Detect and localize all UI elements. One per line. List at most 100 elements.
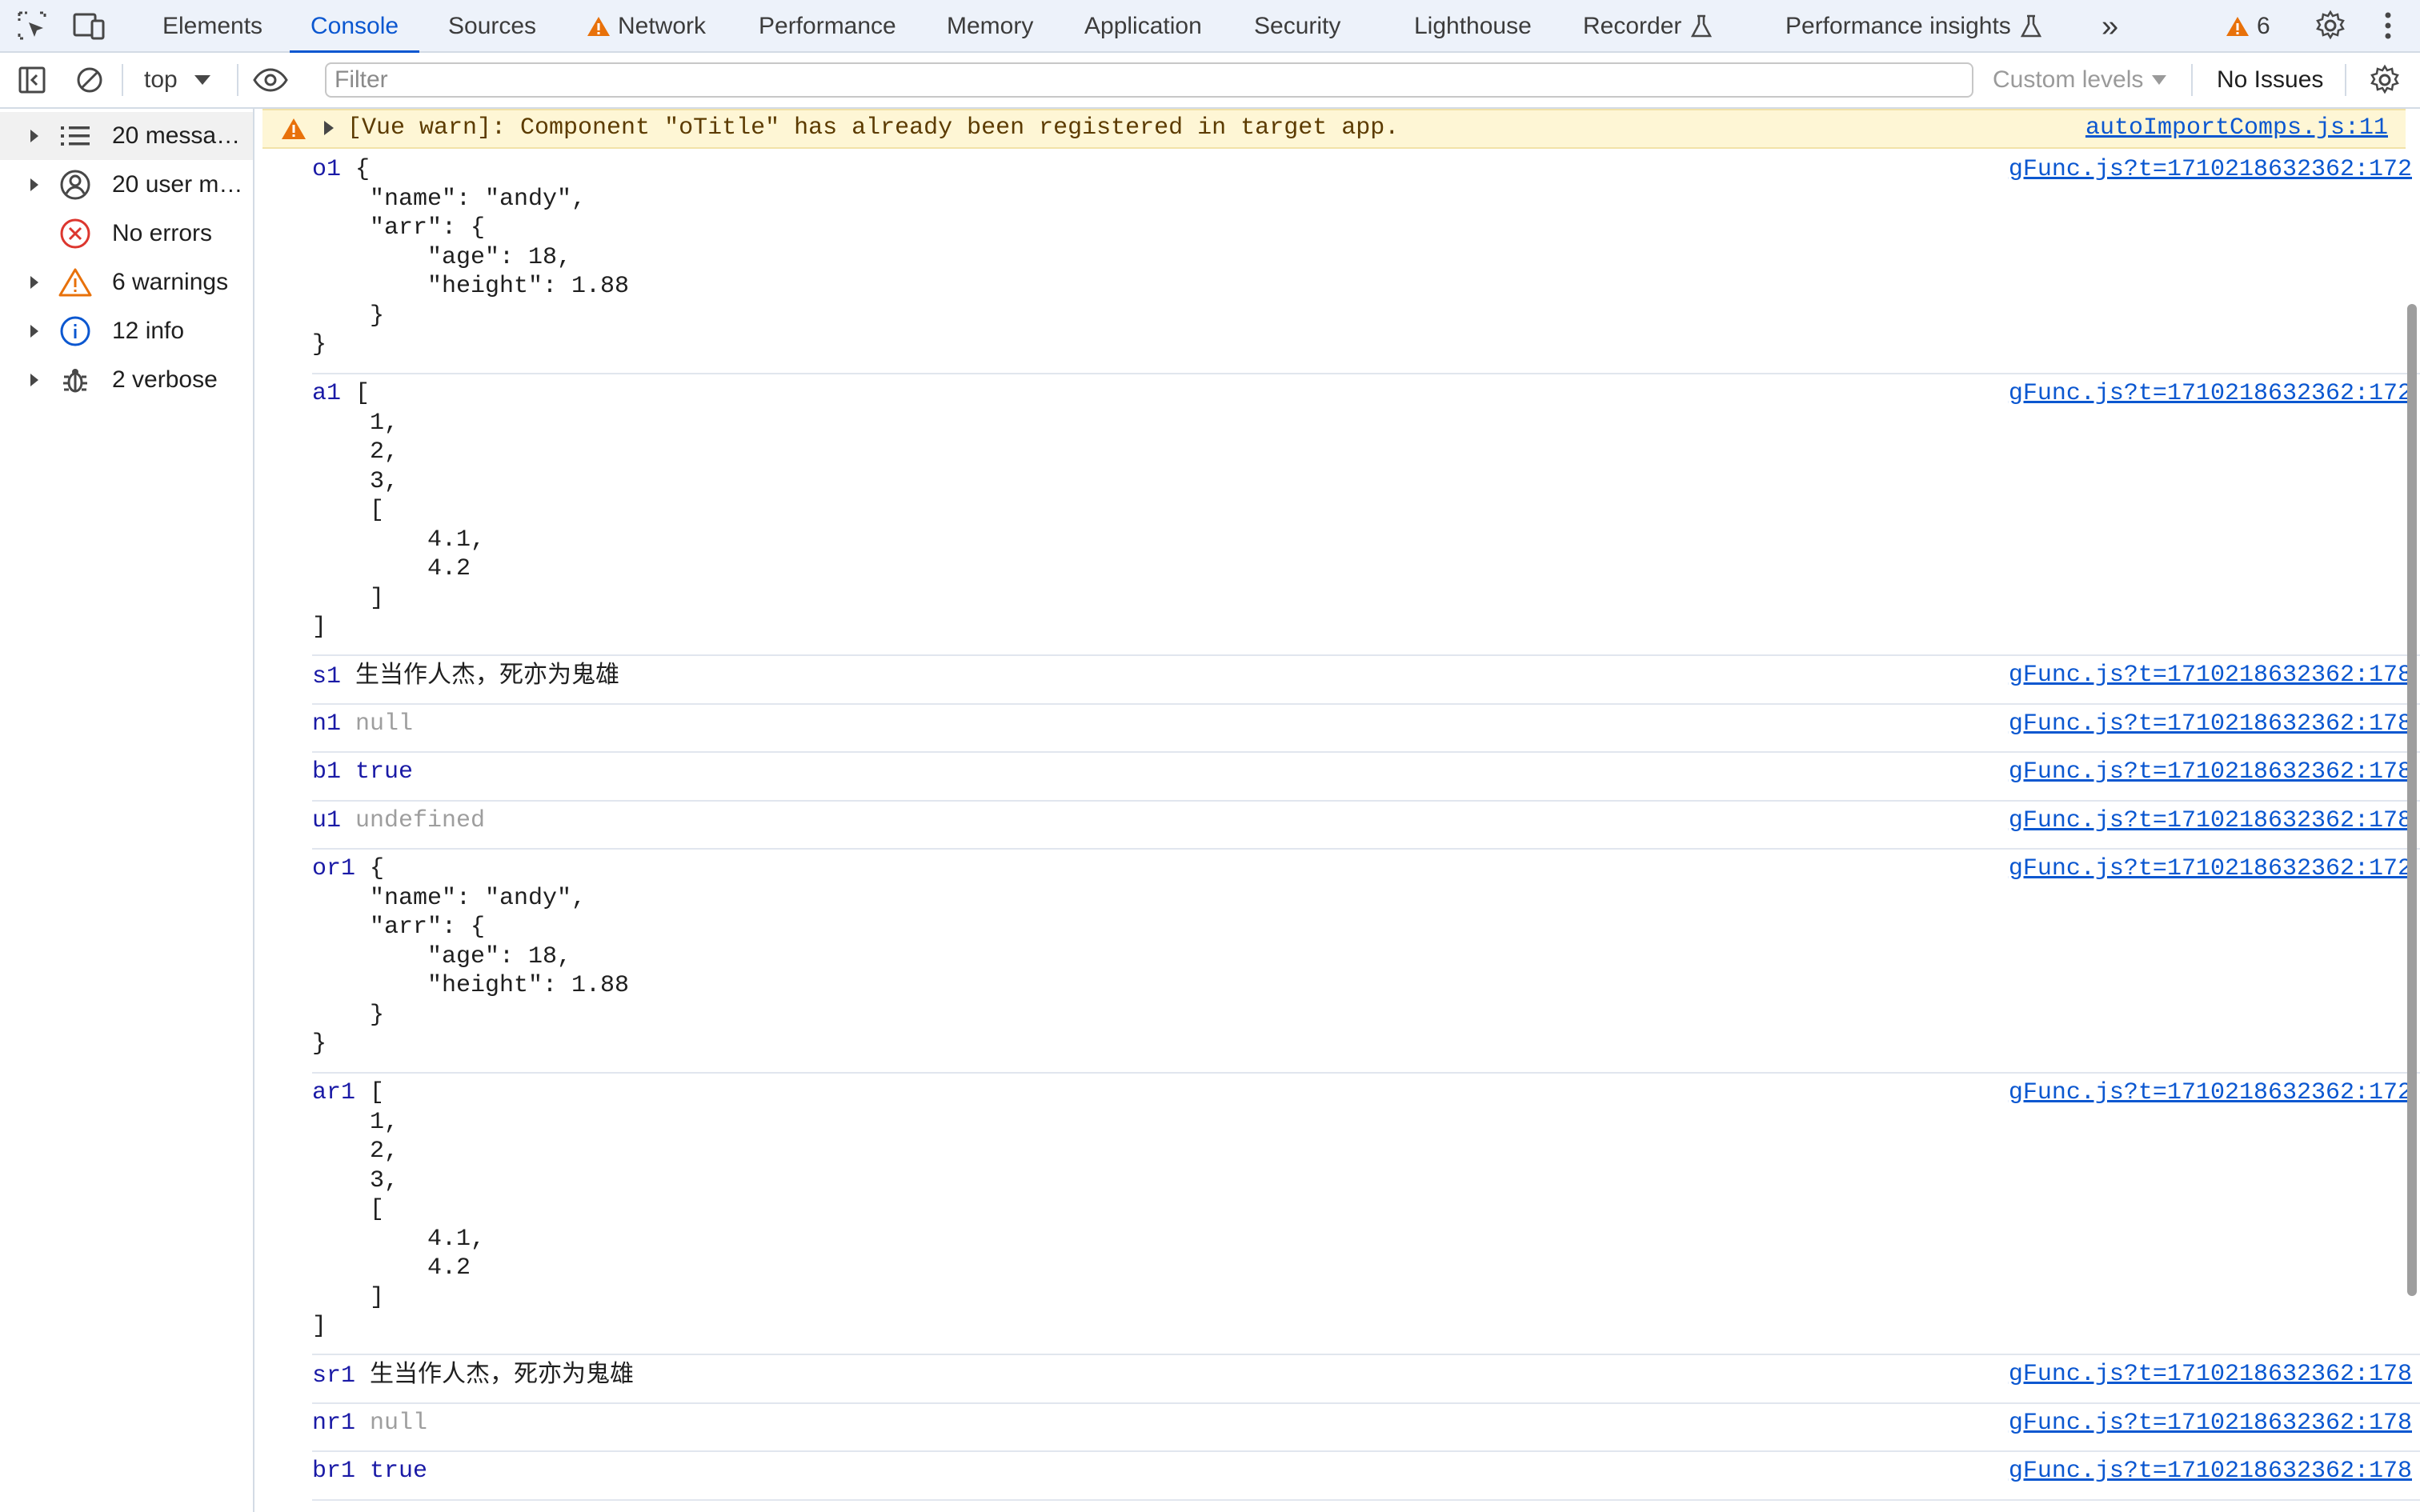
warning-icon: [282, 118, 306, 139]
console-sidebar: 20 messages 20 user messages No errors: [0, 109, 254, 1512]
filter-input[interactable]: Filter: [325, 62, 1973, 98]
console-log-message: o1 { "name": "andy", "arr": { "age": 18,…: [312, 150, 2420, 374]
log-source-link[interactable]: gFunc.js?t=1710218632362:178: [2009, 1360, 2412, 1390]
log-value: true: [370, 1458, 428, 1485]
expand-caret-icon: [29, 161, 40, 209]
log-source-link[interactable]: gFunc.js?t=1710218632362:178: [2009, 661, 2412, 690]
log-source-link[interactable]: gFunc.js?t=1710218632362:178: [2009, 710, 2412, 739]
console-output: [Vue warn]: Component "oTitle" has alrea…: [256, 109, 2420, 1512]
console-log-message: br1 true gFunc.js?t=1710218632362:178: [312, 1452, 2420, 1501]
sidebar-item-label: 20 messages: [112, 122, 250, 149]
log-levels-dropdown[interactable]: Custom levels: [1993, 53, 2167, 107]
live-expression-eye-icon[interactable]: [253, 64, 288, 96]
tab-application[interactable]: Application: [1084, 0, 1202, 53]
sidebar-item-label: No errors: [112, 220, 213, 246]
log-variable-name: s1: [312, 663, 342, 690]
log-source-link[interactable]: gFunc.js?t=1710218632362:178: [2009, 758, 2412, 787]
log-value: 生当作人杰，死亦为鬼雄: [370, 1360, 635, 1388]
tab-security[interactable]: Security: [1254, 0, 1340, 53]
toolbar-divider: [237, 64, 238, 96]
console-warning-message[interactable]: [Vue warn]: Component "oTitle" has alrea…: [262, 109, 2406, 149]
sidebar-item-user-messages[interactable]: 20 user messages: [0, 161, 253, 209]
sidebar-item-warnings[interactable]: 6 warnings: [0, 258, 253, 306]
dropdown-arrow-icon: [194, 75, 210, 85]
log-value: [ 1, 2, 3, [ 4.1, 4.2 ] ]: [312, 380, 486, 641]
tab-recorder[interactable]: Recorder: [1583, 0, 1713, 53]
log-levels-label: Custom levels: [1993, 66, 2144, 93]
log-source-link[interactable]: gFunc.js?t=1710218632362:178: [2009, 1409, 2412, 1438]
bug-icon: [58, 356, 93, 404]
sidebar-item-label: 12 info: [112, 318, 185, 344]
log-source-link[interactable]: gFunc.js?t=1710218632362:172: [2009, 1078, 2412, 1108]
log-value: undefined: [355, 807, 486, 834]
log-variable-name: ar1: [312, 1079, 356, 1106]
devtools-tab-bar: Elements Console Sources Network Perform…: [0, 0, 2420, 54]
sidebar-item-info[interactable]: 12 info: [0, 307, 253, 355]
log-source-link[interactable]: gFunc.js?t=1710218632362:172: [2009, 379, 2412, 409]
clear-console-icon[interactable]: [72, 64, 107, 96]
console-log-message: ar1 [ 1, 2, 3, [ 4.1, 4.2 ] ] gFunc.js?t…: [312, 1074, 2420, 1355]
tab-elements[interactable]: Elements: [162, 0, 262, 53]
toolbar-divider: [2191, 64, 2193, 96]
console-settings-gear-icon[interactable]: [2367, 64, 2402, 96]
tab-console[interactable]: Console: [289, 0, 420, 54]
warning-source-link[interactable]: autoImportComps.js:11: [2085, 114, 2388, 142]
log-variable-name: o1: [312, 156, 342, 183]
sidebar-item-label: 20 user messages: [112, 171, 250, 198]
log-source-link[interactable]: gFunc.js?t=1710218632362:178: [2009, 806, 2412, 836]
console-log-message: u1 undefined gFunc.js?t=1710218632362:17…: [312, 802, 2420, 850]
warning-text: [Vue warn]: Component "oTitle" has alrea…: [347, 114, 1400, 142]
console-toolbar: top Filter Custom levels No Issues: [0, 53, 2420, 109]
list-icon: [58, 112, 93, 160]
console-log-message: s1 生当作人杰，死亦为鬼雄 gFunc.js?t=1710218632362:…: [312, 656, 2420, 705]
log-variable-name: b1: [312, 758, 342, 786]
user-icon: [58, 161, 93, 209]
sidebar-item-verbose[interactable]: 2 verbose: [0, 356, 253, 404]
context-selector[interactable]: top: [144, 53, 211, 107]
tab-memory[interactable]: Memory: [947, 0, 1033, 53]
log-source-link[interactable]: gFunc.js?t=1710218632362:172: [2009, 155, 2412, 185]
sidebar-item-errors[interactable]: No errors: [0, 210, 253, 258]
log-source-link[interactable]: gFunc.js?t=1710218632362:172: [2009, 854, 2412, 884]
log-variable-name: u1: [312, 807, 342, 834]
sidebar-item-messages[interactable]: 20 messages: [0, 112, 253, 160]
warning-icon: [58, 258, 93, 306]
log-variable-name: br1: [312, 1458, 356, 1485]
console-log-message: n1 null gFunc.js?t=1710218632362:178: [312, 705, 2420, 753]
log-value: null: [370, 1410, 428, 1437]
log-value: [ 1, 2, 3, [ 4.1, 4.2 ] ]: [312, 1079, 486, 1340]
error-icon: [58, 210, 93, 258]
sidebar-item-label: 2 verbose: [112, 366, 218, 393]
toolbar-divider: [2345, 64, 2346, 96]
info-icon: [58, 307, 93, 355]
log-variable-name: a1: [312, 380, 342, 407]
tab-performance-insights[interactable]: Performance insights: [1785, 0, 2043, 53]
tab-performance[interactable]: Performance: [759, 0, 896, 53]
expand-caret-icon[interactable]: [323, 120, 335, 136]
inspect-element-icon[interactable]: [14, 10, 50, 42]
console-log-message: or1 { "name": "andy", "arr": { "age": 18…: [312, 850, 2420, 1074]
issues-counter[interactable]: No Issues: [2217, 53, 2323, 107]
tab-network[interactable]: Network: [586, 0, 706, 53]
experiment-flask-icon: [1691, 14, 1713, 38]
log-value: null: [355, 710, 414, 738]
expand-caret-icon: [29, 356, 40, 404]
console-log-message: sr1 生当作人杰，死亦为鬼雄 gFunc.js?t=1710218632362…: [312, 1355, 2420, 1404]
expand-caret-icon: [29, 307, 40, 355]
log-variable-name: or1: [312, 855, 356, 882]
log-variable-name: n1: [312, 710, 342, 738]
settings-gear-icon[interactable]: [2313, 10, 2348, 42]
log-value: { "name": "andy", "arr": { "age": 18, "h…: [312, 855, 630, 1058]
console-log-message: nr1 null gFunc.js?t=1710218632362:178: [312, 1404, 2420, 1452]
warnings-counter[interactable]: 6: [2225, 0, 2270, 53]
expand-caret-icon: [29, 112, 40, 160]
sidebar-toggle-icon[interactable]: [14, 64, 50, 96]
log-source-link[interactable]: gFunc.js?t=1710218632362:178: [2009, 1457, 2412, 1486]
tab-lighthouse[interactable]: Lighthouse: [1414, 0, 1532, 53]
console-scrollbar[interactable]: [2407, 304, 2417, 1296]
more-options-kebab-icon[interactable]: [2370, 10, 2406, 42]
device-toolbar-icon[interactable]: [72, 10, 107, 42]
tab-sources[interactable]: Sources: [448, 0, 536, 53]
more-tabs-chevron-icon[interactable]: »: [2101, 0, 2118, 53]
console-log-message: b1 true gFunc.js?t=1710218632362:178: [312, 753, 2420, 802]
